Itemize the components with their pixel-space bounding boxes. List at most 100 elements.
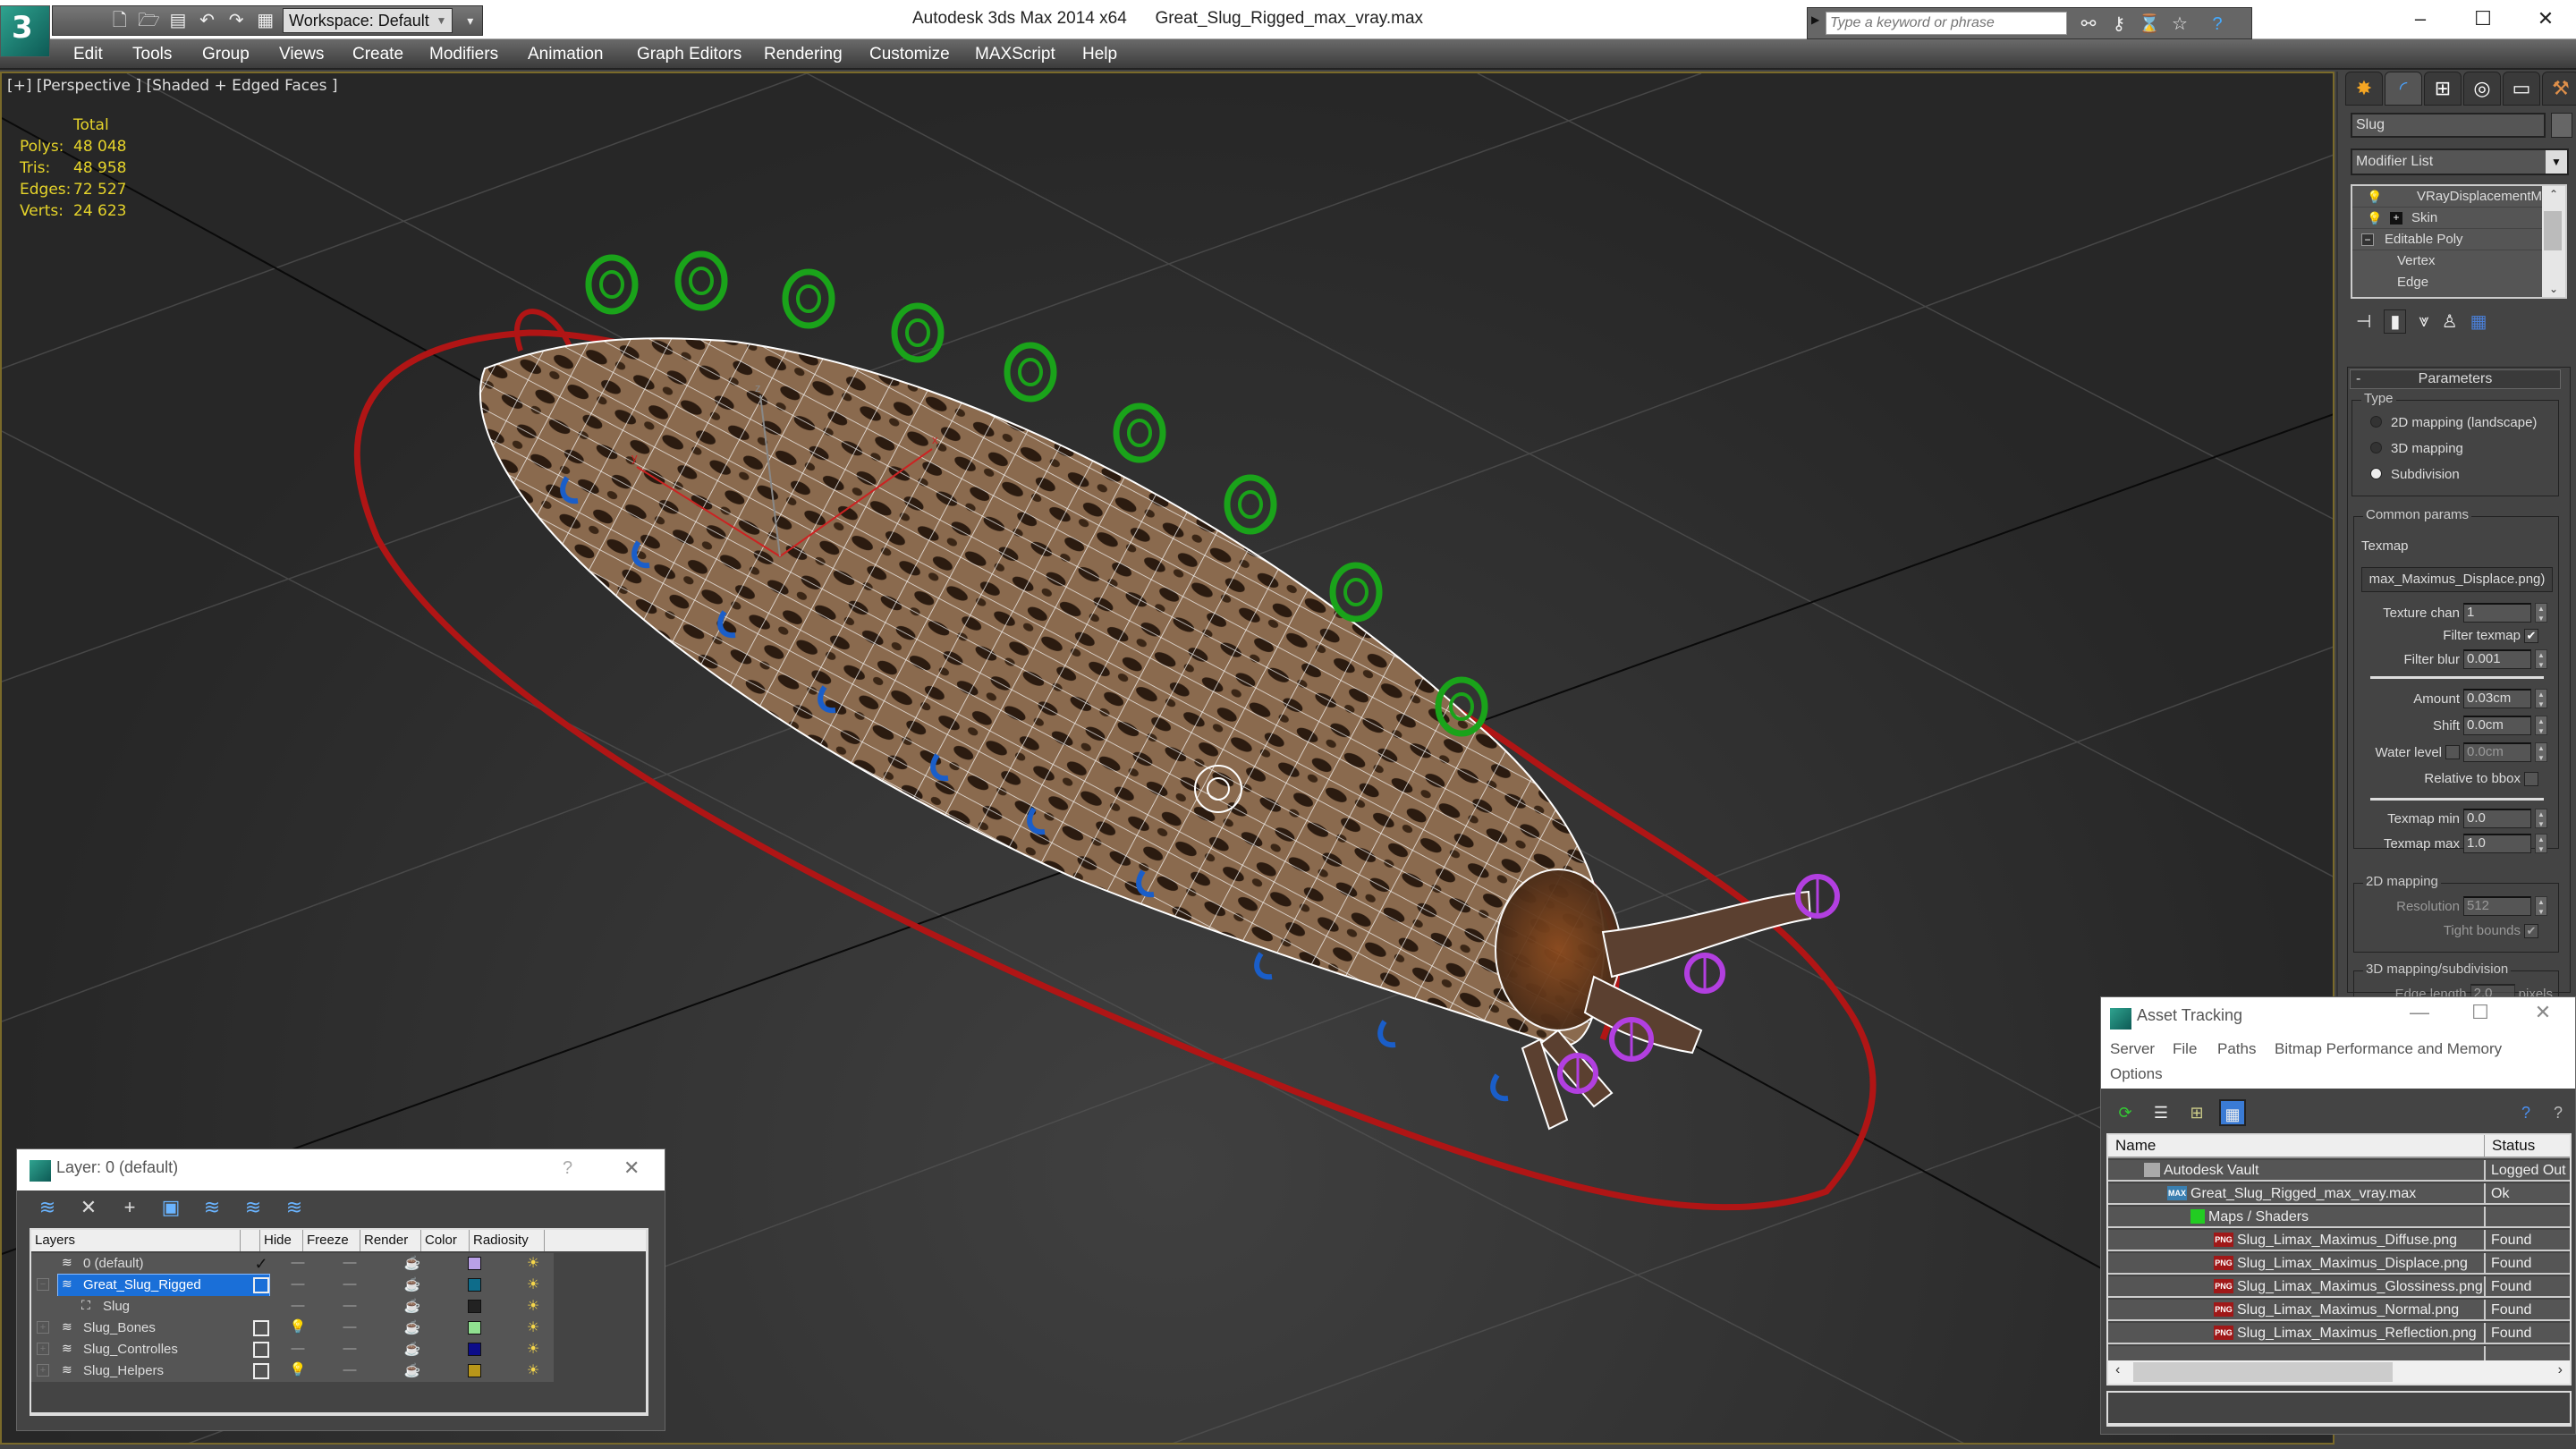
key-icon[interactable]: ⚷ bbox=[2106, 12, 2131, 37]
help-icon[interactable]: ? bbox=[2205, 12, 2230, 37]
spine-control-ring[interactable] bbox=[782, 268, 835, 329]
column-status[interactable]: Status bbox=[2484, 1135, 2573, 1158]
parameters-rollout-header[interactable]: - Parameters bbox=[2350, 369, 2561, 389]
foot-control-hook[interactable] bbox=[1254, 952, 1273, 980]
redo-icon[interactable]: ↷ bbox=[225, 9, 249, 32]
menu-group[interactable]: Group bbox=[202, 45, 250, 64]
communication-center-icon[interactable]: ⌛ bbox=[2137, 12, 2162, 37]
select-objects-icon[interactable]: ▣ bbox=[158, 1194, 183, 1221]
scroll-thumb[interactable] bbox=[2133, 1362, 2393, 1382]
modifier-list-dropdown[interactable]: Modifier List ▼ bbox=[2351, 148, 2569, 175]
collapse-icon[interactable]: − bbox=[37, 1278, 49, 1291]
new-file-icon[interactable]: 🗋 bbox=[107, 9, 131, 32]
layer-row[interactable]: Slug ⛶ — — ☕ ☀ bbox=[31, 1296, 554, 1318]
scroll-down-icon[interactable]: ⌄ bbox=[2542, 283, 2565, 295]
asset-row[interactable]: PNG Slug_Limax_Maximus_Normal.png Found bbox=[2108, 1300, 2570, 1321]
column-layers[interactable]: Layers bbox=[31, 1230, 241, 1251]
filter-texmap-checkbox[interactable]: ✔ bbox=[2524, 628, 2538, 643]
freeze-toggle[interactable]: — bbox=[332, 1296, 368, 1316]
spinner[interactable]: ▲ ▼ bbox=[2535, 834, 2547, 853]
spine-control-ring[interactable] bbox=[585, 254, 639, 315]
freeze-toggle[interactable]: — bbox=[332, 1360, 368, 1380]
layer-row[interactable]: − Great_Slug_Rigged ≋ — — ☕ ☀ bbox=[31, 1274, 554, 1297]
spine-control-ring[interactable] bbox=[1004, 342, 1057, 402]
project-folder-icon[interactable]: ▦ bbox=[253, 9, 277, 32]
menu-create[interactable]: Create bbox=[352, 45, 403, 64]
spinner[interactable]: ▲ ▼ bbox=[2535, 603, 2547, 623]
lightbulb-icon[interactable]: 💡 bbox=[2367, 208, 2382, 229]
freeze-toggle[interactable]: — bbox=[332, 1339, 368, 1359]
filter-blur-input[interactable]: 0.001 bbox=[2463, 649, 2531, 669]
asset-row[interactable]: PNG Slug_Limax_Maximus_Displace.png Found bbox=[2108, 1253, 2570, 1275]
refresh-icon[interactable]: ⟳ bbox=[2112, 1099, 2139, 1126]
current-layer-checkbox[interactable] bbox=[253, 1363, 269, 1379]
teapot-render-icon[interactable]: ☕ bbox=[394, 1339, 430, 1360]
tight-bounds-checkbox[interactable]: ✔ bbox=[2524, 923, 2538, 938]
spinner[interactable]: ▲ ▼ bbox=[2535, 716, 2547, 735]
utilities-tab[interactable]: ⚒ bbox=[2542, 72, 2576, 106]
menu-maxscript[interactable]: MAXScript bbox=[975, 45, 1055, 64]
radiosity-sun-icon[interactable]: ☀ bbox=[520, 1339, 547, 1360]
workspace-dropdown[interactable]: Workspace: Default ▼ bbox=[283, 8, 453, 33]
relative-bbox-checkbox[interactable] bbox=[2524, 771, 2538, 786]
layer-name[interactable]: 0 (default) bbox=[58, 1253, 269, 1275]
current-layer-checkbox[interactable] bbox=[253, 1277, 269, 1293]
layer-color-swatch[interactable] bbox=[468, 1278, 481, 1292]
asset-row[interactable]: PNG Slug_Limax_Maximus_Glossiness.png Foun… bbox=[2108, 1276, 2570, 1298]
scroll-up-icon[interactable]: ⌃ bbox=[2542, 188, 2565, 200]
lightbulb-icon[interactable]: 💡 bbox=[2367, 186, 2382, 207]
radio-button[interactable] bbox=[2370, 468, 2382, 479]
layer-color-swatch[interactable] bbox=[468, 1343, 481, 1356]
teapot-render-icon[interactable]: ☕ bbox=[394, 1360, 430, 1382]
menu-bitmap-performance[interactable]: Bitmap Performance and Memory bbox=[2275, 1040, 2502, 1058]
menu-help[interactable]: Help bbox=[1082, 45, 1117, 64]
current-layer-checkbox[interactable] bbox=[253, 1342, 269, 1358]
scroll-left-icon[interactable]: ‹ bbox=[2115, 1362, 2120, 1378]
menu-modifiers[interactable]: Modifiers bbox=[429, 45, 498, 64]
expand-icon[interactable]: + bbox=[37, 1343, 49, 1355]
layer-color-swatch[interactable] bbox=[468, 1257, 481, 1270]
column-hide[interactable]: Hide bbox=[260, 1230, 303, 1251]
menu-views[interactable]: Views bbox=[279, 45, 324, 64]
help-button[interactable]: ? bbox=[563, 1158, 572, 1179]
teapot-render-icon[interactable]: ☕ bbox=[394, 1253, 430, 1275]
spinner[interactable]: ▲ ▼ bbox=[2535, 896, 2547, 916]
hide-toggle[interactable]: — bbox=[280, 1296, 316, 1316]
menu-customize[interactable]: Customize bbox=[869, 45, 950, 64]
menu-graph-editors[interactable]: Graph Editors bbox=[637, 45, 741, 64]
stack-item-edge[interactable]: Edge bbox=[2352, 272, 2565, 293]
display-tab[interactable]: ▭ bbox=[2503, 72, 2540, 106]
layer-name[interactable]: Slug_Controlles bbox=[58, 1339, 269, 1360]
remove-modifier-icon[interactable]: ♙ bbox=[2442, 310, 2458, 333]
water-level-input[interactable]: 0.0cm bbox=[2463, 742, 2531, 762]
lightbulb-icon[interactable]: 💡 bbox=[280, 1318, 316, 1337]
expand-arrow-icon[interactable]: ▶ bbox=[1811, 13, 1819, 26]
minimize-button[interactable]: — bbox=[2402, 1001, 2437, 1024]
layer-name[interactable]: Great_Slug_Rigged bbox=[57, 1274, 270, 1297]
texmap-min-input[interactable]: 0.0 bbox=[2463, 809, 2531, 828]
texture-chan-input[interactable]: 1 bbox=[2463, 603, 2531, 623]
column-color[interactable]: Color bbox=[421, 1230, 470, 1251]
close-button[interactable]: ✕ bbox=[2525, 1001, 2561, 1024]
menu-animation[interactable]: Animation bbox=[528, 45, 604, 64]
teapot-render-icon[interactable]: ☕ bbox=[394, 1296, 430, 1318]
current-layer-checkbox[interactable] bbox=[253, 1320, 269, 1336]
list-view-icon[interactable]: ☰ bbox=[2148, 1099, 2174, 1126]
scroll-thumb[interactable] bbox=[2544, 211, 2562, 250]
hierarchy-tab[interactable]: ⊞ bbox=[2424, 72, 2462, 106]
expand-icon[interactable]: + bbox=[37, 1321, 49, 1334]
radiosity-sun-icon[interactable]: ☀ bbox=[520, 1253, 547, 1275]
object-color-swatch[interactable] bbox=[2551, 113, 2572, 138]
spine-control-ring[interactable] bbox=[1113, 402, 1166, 463]
teapot-render-icon[interactable]: ☕ bbox=[394, 1318, 430, 1339]
lightbulb-icon[interactable]: 💡 bbox=[280, 1360, 316, 1380]
help-icon[interactable]: ? bbox=[2545, 1099, 2572, 1126]
asset-row[interactable]: Autodesk Vault Logged Out bbox=[2108, 1160, 2570, 1182]
modify-tab[interactable]: ◜ bbox=[2385, 72, 2422, 106]
application-menu-button[interactable]: 3 bbox=[0, 5, 50, 57]
radiosity-sun-icon[interactable]: ☀ bbox=[520, 1296, 547, 1318]
layer-row[interactable]: + Slug_Bones ≋ 💡 — ☕ ☀ bbox=[31, 1318, 554, 1339]
stack-item-skin[interactable]: 💡 + Skin bbox=[2352, 208, 2565, 229]
layer-color-swatch[interactable] bbox=[468, 1321, 481, 1335]
table-view-icon[interactable]: ▦ bbox=[2219, 1099, 2246, 1126]
